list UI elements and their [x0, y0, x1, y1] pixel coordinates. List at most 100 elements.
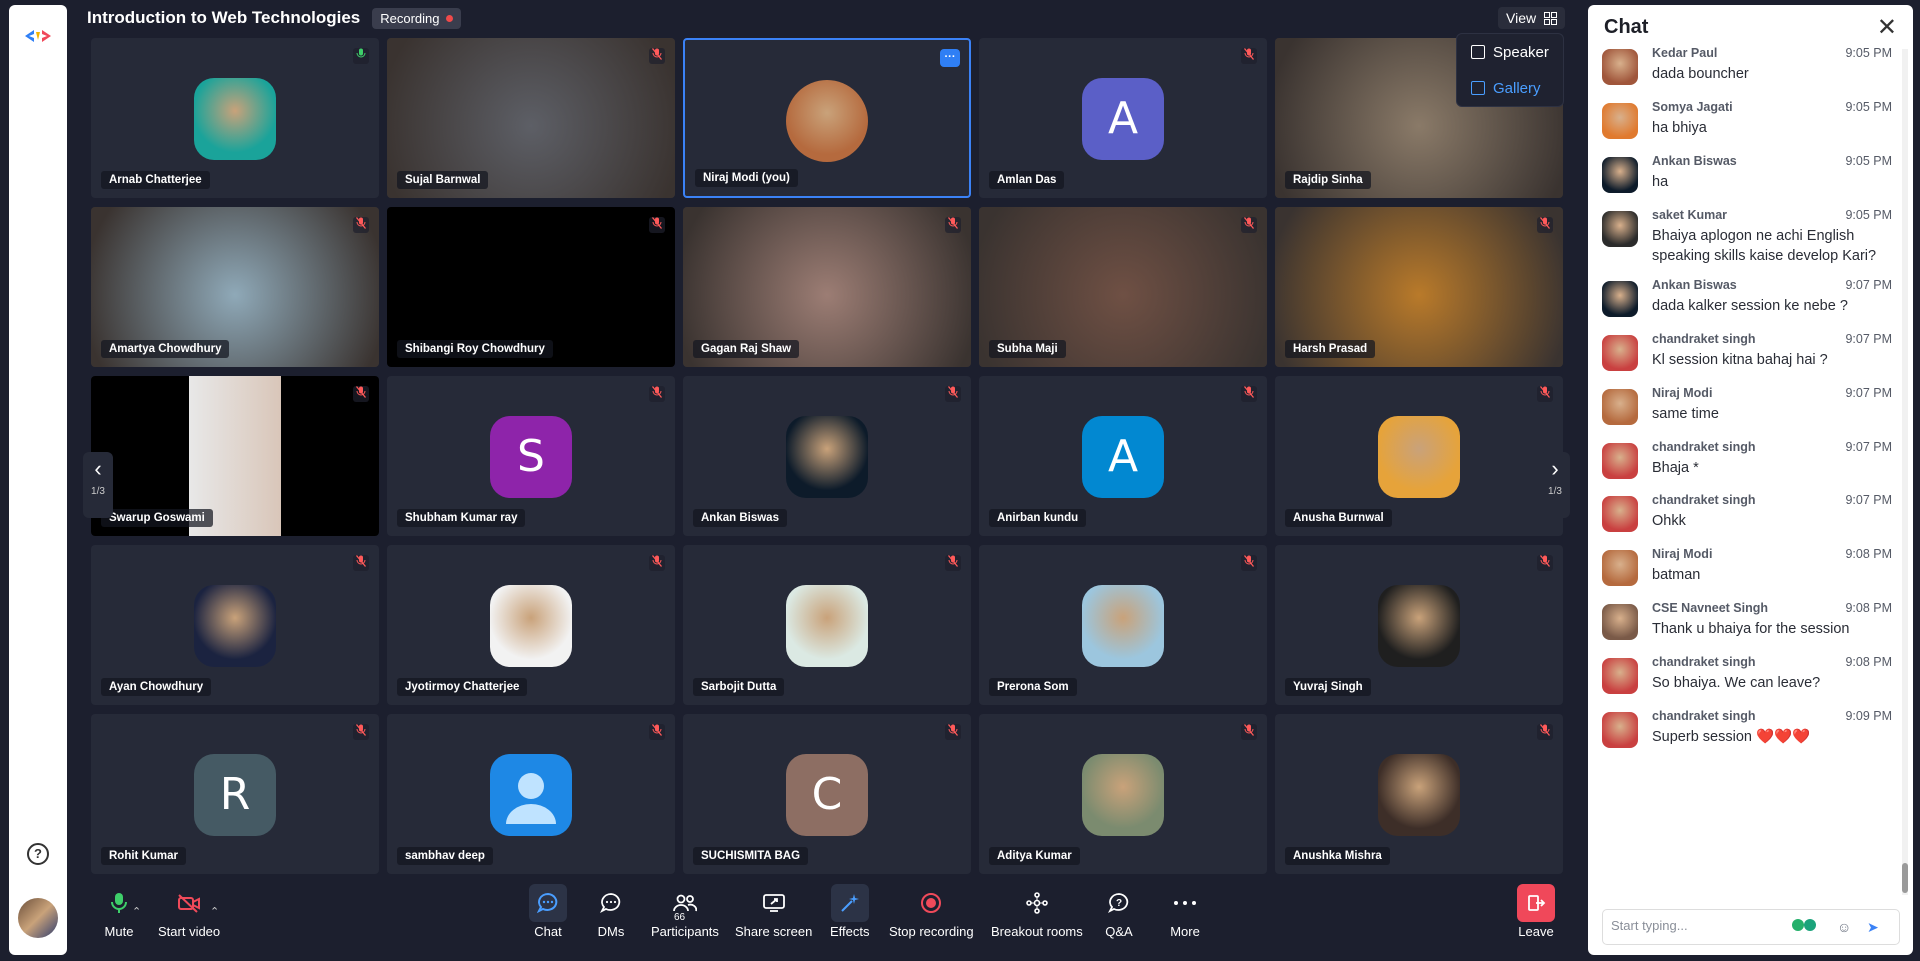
avatar	[1602, 335, 1638, 371]
participant-tile[interactable]: Anushka Mishra	[1275, 714, 1563, 874]
message-time: 9:05 PM	[1845, 208, 1892, 222]
avatar	[1378, 754, 1460, 836]
user-icon	[506, 773, 556, 824]
message-sender: chandraket singh	[1652, 709, 1756, 723]
help-icon[interactable]: ?	[27, 843, 49, 865]
microphone-muted-icon	[1241, 555, 1257, 571]
microphone-muted-icon	[1241, 217, 1257, 233]
microphone-muted-icon	[945, 724, 961, 740]
send-icon[interactable]: ➤	[1867, 919, 1879, 936]
avatar	[786, 416, 868, 498]
speaker-view-icon	[1471, 45, 1485, 59]
view-option-gallery[interactable]: Gallery	[1457, 70, 1563, 106]
participant-tile[interactable]: Amartya Chowdhury	[91, 207, 379, 367]
leave-button[interactable]: Leave	[1517, 884, 1555, 939]
message-text: dada kalker session ke nebe ?	[1652, 298, 1848, 314]
message-text: Kl session kitna bahaj hai ?	[1652, 352, 1828, 368]
breakout-rooms-button[interactable]: Breakout rooms	[991, 884, 1083, 939]
prev-page-button[interactable]: ‹ 1/3	[83, 452, 113, 518]
participant-tile[interactable]: Yuvraj Singh	[1275, 545, 1563, 705]
participant-tile[interactable]: Sarbojit Dutta	[683, 545, 971, 705]
participant-tile[interactable]: Aditya Kumar	[979, 714, 1267, 874]
participant-tile[interactable]: Gagan Raj Shaw	[683, 207, 971, 367]
avatar	[1602, 443, 1638, 479]
effects-button[interactable]: Effects	[830, 884, 870, 939]
participant-tile[interactable]: Harsh Prasad	[1275, 207, 1563, 367]
participant-name: Shubham Kumar ray	[397, 509, 526, 527]
microphone-muted-icon	[353, 724, 369, 740]
message-sender: chandraket singh	[1652, 493, 1756, 507]
participant-tile[interactable]: A Amlan Das	[979, 38, 1267, 198]
view-button[interactable]: View	[1498, 7, 1566, 29]
participant-tile[interactable]: Sujal Barnwal	[387, 38, 675, 198]
dms-button[interactable]: DMs	[592, 884, 630, 939]
message-time: 9:09 PM	[1845, 709, 1892, 723]
participant-tile[interactable]: C SUCHISMITA BAG	[683, 714, 971, 874]
grid-icon	[1544, 11, 1558, 25]
avatar	[1602, 103, 1638, 139]
video-options-chevron-icon[interactable]: ⌃	[210, 905, 219, 918]
participant-tile[interactable]: A Anirban kundu	[979, 376, 1267, 536]
participant-tile[interactable]: S Shubham Kumar ray	[387, 376, 675, 536]
stop-recording-button[interactable]: Stop recording	[889, 884, 974, 939]
qa-button[interactable]: ? Q&A	[1100, 884, 1138, 939]
message-text: Bhaiya aplogon ne achi English speaking …	[1652, 228, 1877, 264]
breakout-rooms-icon	[1018, 884, 1056, 922]
participant-tile[interactable]: Jyotirmoy Chatterjee	[387, 545, 675, 705]
participant-tile[interactable]: Ayan Chowdhury	[91, 545, 379, 705]
participant-tile[interactable]: sambhav deep	[387, 714, 675, 874]
avatar	[1602, 604, 1638, 640]
message-text: Bhaja *	[1652, 460, 1699, 476]
effects-sparkle-icon	[830, 884, 869, 922]
participant-tile[interactable]: R Rohit Kumar	[91, 714, 379, 874]
chat-panel: Chat ✕ Kedar Paul 9:05 PM dada bouncher Som…	[1588, 5, 1913, 955]
message-text: dada bouncher	[1652, 66, 1749, 82]
avatar: C	[786, 754, 868, 836]
participant-tile[interactable]: Arnab Chatterjee	[91, 38, 379, 198]
chat-scrollbar[interactable]	[1902, 49, 1908, 895]
video-off-icon	[170, 884, 208, 922]
participant-tile[interactable]: Ankan Biswas	[683, 376, 971, 536]
participant-name: Anushka Mishra	[1285, 847, 1390, 865]
chat-button[interactable]: Chat	[529, 884, 567, 939]
page-indicator: 1/3	[91, 486, 105, 497]
app-logo-icon	[25, 30, 51, 42]
qa-label: Q&A	[1105, 924, 1133, 939]
emoji-icon[interactable]: ☺	[1837, 919, 1851, 935]
participant-tile[interactable]: Prerona Som	[979, 545, 1267, 705]
more-dots-icon	[1166, 884, 1204, 922]
participant-name: Ayan Chowdhury	[101, 678, 212, 696]
chat-message-list[interactable]: Kedar Paul 9:05 PM dada bouncher Somya Jaga…	[1588, 43, 1898, 901]
participant-tile[interactable]: Shibangi Roy Chowdhury	[387, 207, 675, 367]
start-video-label: Start video	[158, 924, 221, 939]
leave-label: Leave	[1518, 924, 1554, 939]
next-page-button[interactable]: › 1/3	[1540, 452, 1570, 518]
recording-dot-icon	[445, 14, 453, 22]
mute-options-chevron-icon[interactable]: ⌃	[132, 905, 141, 918]
participant-tile[interactable]: Swarup Goswami	[91, 376, 379, 536]
more-button[interactable]: More	[1166, 884, 1204, 939]
share-screen-button[interactable]: Share screen	[735, 884, 812, 939]
microphone-muted-icon	[1241, 724, 1257, 740]
participant-name: Sarbojit Dutta	[693, 678, 785, 696]
participant-tile[interactable]: ··· Niraj Modi (you)	[683, 38, 971, 198]
participant-name: Gagan Raj Shaw	[693, 340, 800, 358]
participant-tile[interactable]: Anusha Burnwal	[1275, 376, 1563, 536]
avatar	[1602, 550, 1638, 586]
avatar	[1378, 416, 1460, 498]
avatar	[1602, 281, 1638, 317]
message-time: 9:07 PM	[1845, 332, 1892, 346]
message-sender: Kedar Paul	[1652, 46, 1718, 60]
tile-more-options-icon[interactable]: ···	[940, 49, 960, 67]
participant-tile[interactable]: Subha Maji	[979, 207, 1267, 367]
microphone-muted-icon	[649, 386, 665, 402]
chat-input-box[interactable]: ☺ ➤	[1602, 909, 1900, 945]
chat-scrollbar-thumb[interactable]	[1902, 863, 1908, 893]
chat-input[interactable]	[1611, 918, 1781, 933]
avatar[interactable]	[18, 898, 58, 938]
microphone-muted-icon	[945, 555, 961, 571]
view-option-speaker[interactable]: Speaker	[1457, 34, 1563, 70]
close-icon[interactable]: ✕	[1877, 13, 1897, 41]
participant-name: Sujal Barnwal	[397, 171, 489, 189]
leave-icon	[1517, 884, 1555, 922]
